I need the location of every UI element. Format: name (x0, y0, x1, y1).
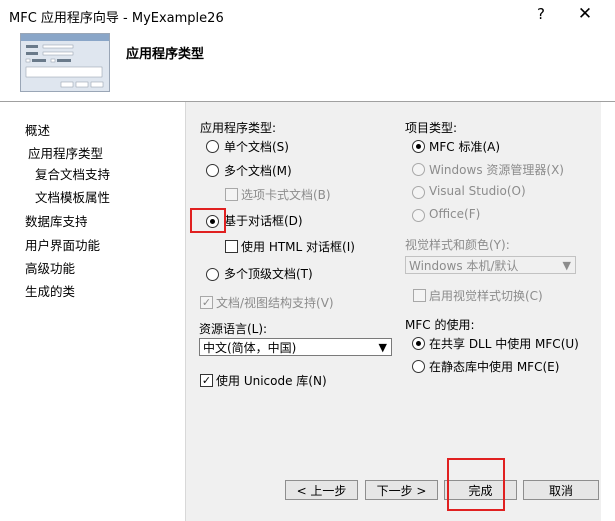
nav-item-generated-classes[interactable]: 生成的类 (25, 281, 75, 300)
visual-style-value: Windows 本机/默认 (409, 259, 519, 273)
dialog-based-label: 基于对话框(D) (224, 214, 303, 228)
multi-toplevel-label: 多个顶级文档(T) (224, 267, 313, 281)
tabbed-doc-label: 选项卡式文档(B) (241, 188, 331, 202)
single-doc-radio[interactable] (206, 140, 219, 153)
single-doc-label: 单个文档(S) (224, 140, 289, 154)
office-radio[interactable] (412, 209, 425, 222)
visual-studio-radio[interactable] (412, 186, 425, 199)
html-dialog-label: 使用 HTML 对话框(I) (241, 240, 355, 254)
static-lib-radio[interactable] (412, 360, 425, 373)
style-toggle-label: 启用视觉样式切换(C) (429, 289, 543, 303)
resource-lang-label: 资源语言(L): (199, 322, 268, 336)
multi-doc-radio[interactable] (206, 164, 219, 177)
wizard-nav: 概述 应用程序类型 复合文档支持 文档模板属性 数据库支持 用户界面功能 高级功… (0, 102, 186, 521)
close-button[interactable]: ✕ (573, 4, 597, 24)
project-type-label: 项目类型: (405, 121, 458, 135)
wizard-dialog-icon (20, 33, 110, 92)
highlight-box-finish (447, 458, 505, 511)
mfc-use-label: MFC 的使用: (405, 318, 475, 332)
unicode-label: 使用 Unicode 库(N) (216, 374, 327, 388)
resource-lang-select[interactable]: 中文(简体，中国) ▼ (199, 338, 392, 356)
window-title: MFC 应用程序向导 - MyExample26 (9, 11, 224, 26)
explorer-label: Windows 资源管理器(X) (429, 163, 564, 177)
shared-dll-label: 在共享 DLL 中使用 MFC(U) (429, 337, 579, 351)
explorer-radio[interactable] (412, 163, 425, 176)
static-lib-label: 在静态库中使用 MFC(E) (429, 360, 560, 374)
visual-style-label: 视觉样式和颜色(Y): (405, 238, 510, 252)
previous-button[interactable]: < 上一步 (285, 480, 358, 500)
nav-item-app-type[interactable]: 应用程序类型 (28, 143, 103, 162)
nav-item-ui-features[interactable]: 用户界面功能 (25, 235, 100, 254)
multi-doc-label: 多个文档(M) (224, 164, 292, 178)
docview-label: 文档/视图结构支持(V) (216, 296, 334, 310)
nav-item-doc-template[interactable]: 文档模板属性 (35, 187, 110, 206)
visual-studio-label: Visual Studio(O) (429, 184, 526, 198)
html-dialog-checkbox[interactable] (225, 240, 238, 253)
shared-dll-radio[interactable] (412, 337, 425, 350)
mfc-standard-radio[interactable] (412, 140, 425, 153)
chevron-down-icon: ▼ (562, 259, 571, 272)
next-button[interactable]: 下一步 > (365, 480, 438, 500)
unicode-checkbox[interactable]: ✓ (200, 374, 213, 387)
mfc-standard-label: MFC 标准(A) (429, 140, 501, 154)
style-toggle-checkbox[interactable] (413, 289, 426, 302)
nav-item-database[interactable]: 数据库支持 (25, 211, 88, 230)
cancel-button[interactable]: 取消 (523, 480, 599, 500)
page-title: 应用程序类型 (126, 47, 205, 62)
highlight-box-dialog (190, 208, 226, 233)
chevron-down-icon: ▼ (378, 341, 387, 354)
nav-item-advanced[interactable]: 高级功能 (25, 258, 75, 277)
app-type-label: 应用程序类型: (200, 121, 277, 135)
nav-item-compound-doc[interactable]: 复合文档支持 (35, 164, 110, 183)
visual-style-select[interactable]: Windows 本机/默认 ▼ (405, 256, 576, 274)
multi-toplevel-radio[interactable] (206, 268, 219, 281)
resource-lang-value: 中文(简体，中国) (203, 341, 297, 355)
help-button[interactable]: ? (531, 4, 551, 24)
tabbed-doc-checkbox[interactable] (225, 188, 238, 201)
office-label: Office(F) (429, 207, 481, 221)
docview-checkbox[interactable]: ✓ (200, 296, 213, 309)
nav-item-overview[interactable]: 概述 (25, 120, 50, 139)
